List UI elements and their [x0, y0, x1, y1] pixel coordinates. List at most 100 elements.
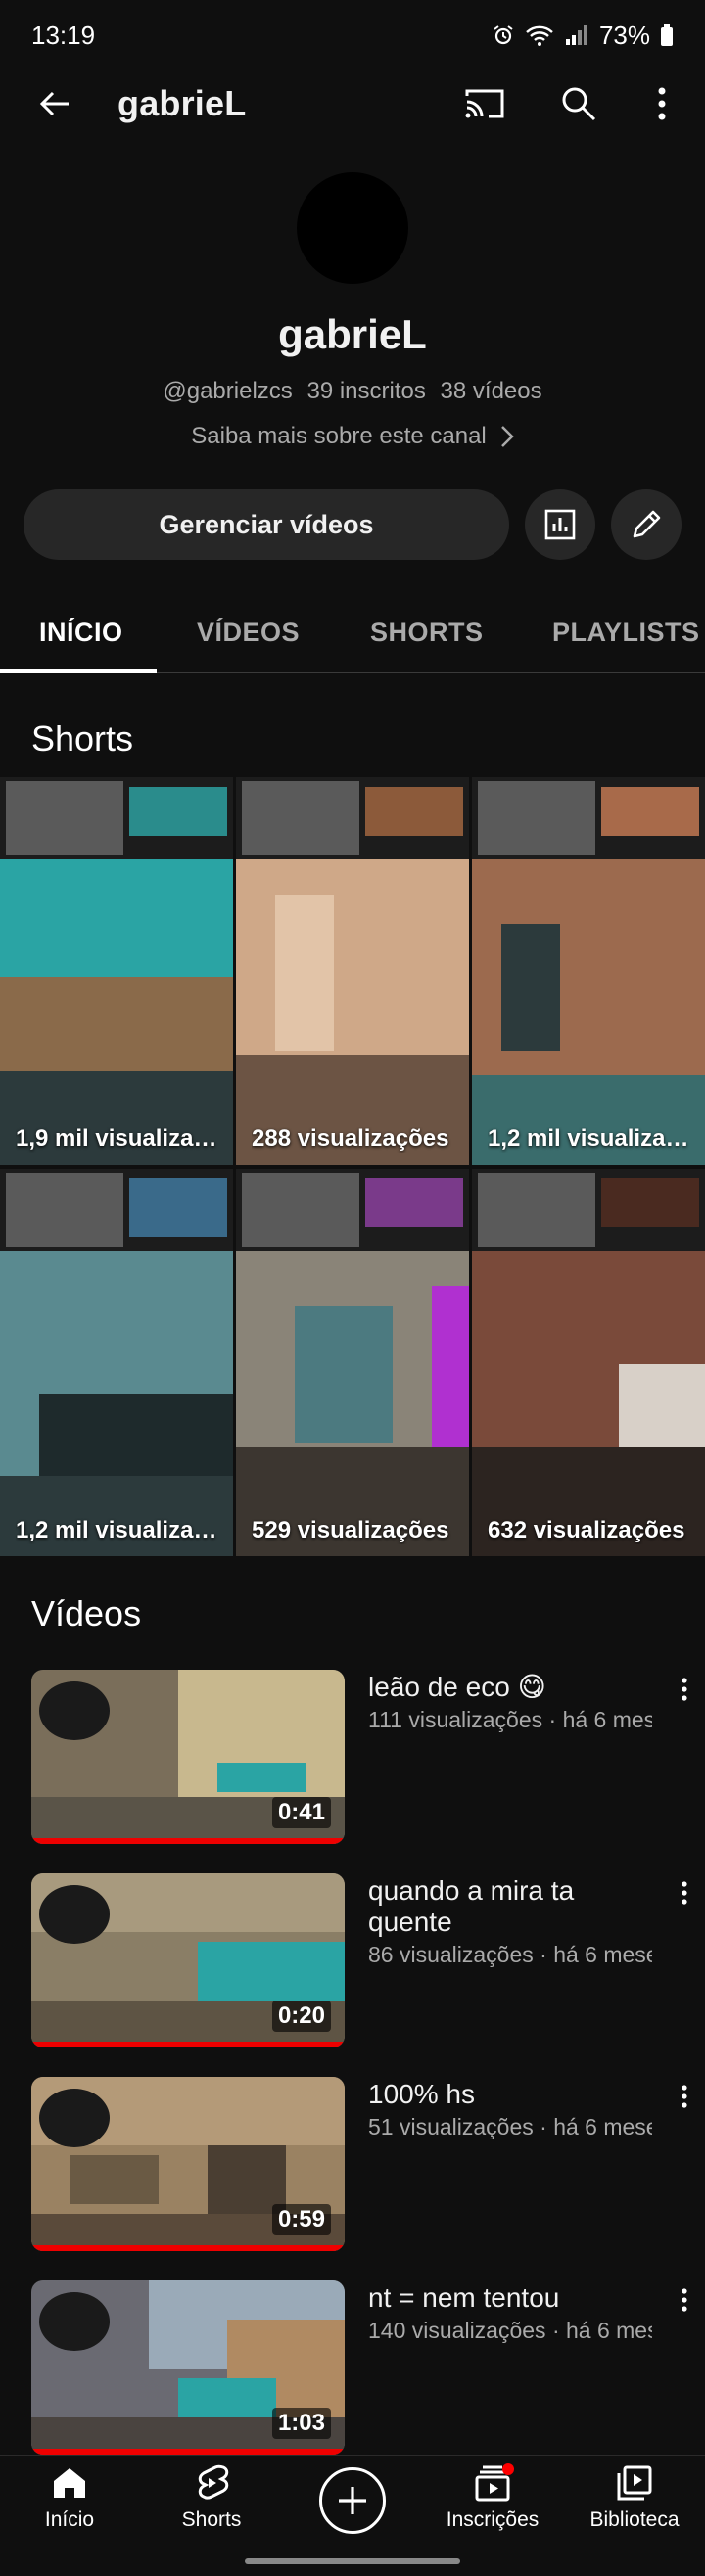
video-thumbnail: 0:20 — [31, 1873, 345, 2047]
video-progress-bar — [31, 2245, 345, 2251]
channel-avatar[interactable] — [297, 172, 408, 284]
channel-video-count: 38 vídeos — [440, 378, 542, 404]
chevron-right-icon — [500, 426, 514, 447]
back-button[interactable] — [22, 70, 88, 137]
channel-subscribers: 39 inscritos — [306, 378, 426, 404]
more-vertical-icon — [682, 1881, 687, 1905]
nav-subscriptions-label: Inscrições — [446, 2508, 540, 2531]
top-app-bar: gabrieL — [0, 70, 705, 137]
video-more-button[interactable] — [672, 1873, 697, 1912]
video-meta: 140 visualizações · há 6 meses — [368, 2318, 652, 2343]
video-progress-bar — [31, 2042, 345, 2047]
nav-home-label: Início — [44, 2508, 95, 2531]
add-icon — [339, 2487, 366, 2514]
video-list-item[interactable]: 0:59 100% hs 51 visualizações · há 6 mes… — [31, 2077, 697, 2251]
alarm-icon — [494, 25, 513, 45]
video-title: nt = nem tentou — [368, 2282, 560, 2313]
subscriptions-icon — [475, 2463, 514, 2502]
short-thumbnail — [236, 777, 469, 1165]
video-more-button[interactable] — [672, 2280, 697, 2320]
signal-icon — [565, 25, 588, 45]
short-item[interactable]: 529 visualizações — [236, 1169, 469, 1556]
status-bar: 13:19 73% — [0, 0, 705, 70]
short-views: 288 visualizações — [252, 1126, 449, 1152]
video-thumbnail: 1:03 — [31, 2280, 345, 2455]
pencil-icon — [633, 510, 661, 538]
active-tab-indicator — [0, 669, 157, 673]
tab-playlists[interactable]: PLAYLISTS — [552, 591, 700, 673]
home-icon — [54, 2468, 85, 2498]
video-duration: 0:41 — [271, 1797, 331, 1828]
arrow-back-icon — [39, 91, 69, 116]
search-button[interactable] — [545, 70, 612, 137]
video-list-item[interactable]: 0:41 leão de eco 😋 111 visualizações · h… — [31, 1670, 697, 1844]
battery-level: 73% — [598, 20, 650, 50]
short-views: 1,2 mil visualizações — [488, 1126, 699, 1152]
video-duration: 1:03 — [271, 2408, 331, 2439]
more-vertical-icon — [682, 1678, 687, 1701]
analytics-icon — [544, 509, 576, 540]
video-meta: 86 visualizações · há 6 meses — [368, 1942, 652, 1967]
short-thumbnail — [0, 777, 233, 1165]
video-duration: 0:20 — [271, 2001, 331, 2032]
cast-icon — [465, 89, 504, 118]
tab-shorts[interactable]: SHORTS — [370, 591, 484, 673]
cast-button[interactable] — [451, 70, 518, 137]
tab-inicio[interactable]: INÍCIO — [39, 591, 123, 673]
short-views: 529 visualizações — [252, 1517, 449, 1543]
create-button[interactable] — [319, 2467, 386, 2534]
more-options-button[interactable] — [629, 70, 695, 137]
short-item[interactable]: 288 visualizações — [236, 777, 469, 1165]
library-icon — [617, 2465, 652, 2501]
more-vertical-icon — [658, 87, 666, 120]
video-meta: 111 visualizações · há 6 meses — [368, 1707, 652, 1732]
home-indicator[interactable] — [245, 2558, 460, 2564]
edit-channel-button[interactable] — [611, 489, 682, 560]
nav-library[interactable]: Biblioteca — [571, 2463, 698, 2557]
tab-videos[interactable]: VÍDEOS — [197, 591, 300, 673]
more-vertical-icon — [682, 2085, 687, 2108]
video-title: quando a mira ta quente — [368, 1875, 575, 1937]
about-channel-link[interactable]: Saiba mais sobre este canal — [0, 423, 705, 450]
short-thumbnail — [236, 1169, 469, 1556]
short-thumbnail — [472, 777, 705, 1165]
channel-handle: @gabrielzcs — [163, 378, 293, 404]
short-item[interactable]: 1,9 mil visualizações — [0, 777, 233, 1165]
short-item[interactable]: 632 visualizações — [472, 1169, 705, 1556]
video-thumbnail: 0:41 — [31, 1670, 345, 1844]
video-more-button[interactable] — [672, 2077, 697, 2116]
video-thumbnail: 0:59 — [31, 2077, 345, 2251]
video-title: 100% hs — [368, 2079, 475, 2109]
short-item[interactable]: 1,2 mil visualizações — [0, 1169, 233, 1556]
short-views: 1,2 mil visualizações — [16, 1517, 227, 1543]
shorts-section-title: Shorts — [31, 718, 134, 759]
nav-subscriptions[interactable]: Inscrições — [429, 2463, 556, 2557]
more-vertical-icon — [682, 2288, 687, 2312]
nav-home[interactable]: Início — [6, 2463, 133, 2557]
video-duration: 0:59 — [271, 2204, 331, 2235]
video-list-item[interactable]: 0:20 quando a mira ta quente 86 visualiz… — [31, 1873, 697, 2047]
short-thumbnail — [472, 1169, 705, 1556]
manage-videos-button[interactable]: Gerenciar vídeos — [24, 489, 509, 560]
analytics-button[interactable] — [525, 489, 595, 560]
shorts-icon — [198, 2464, 229, 2500]
short-item[interactable]: 1,2 mil visualizações — [472, 777, 705, 1165]
status-time: 13:19 — [31, 20, 96, 50]
channel-tabs: INÍCIO VÍDEOS SHORTS PLAYLISTS — [0, 591, 705, 673]
status-icons: 73% — [492, 21, 674, 51]
top-bar-title: gabrieL — [118, 83, 247, 123]
wifi-icon — [526, 25, 553, 46]
nav-shorts-label: Shorts — [181, 2508, 242, 2531]
short-views: 632 visualizações — [488, 1517, 685, 1543]
short-thumbnail — [0, 1169, 233, 1556]
video-meta: 51 visualizações · há 6 meses — [368, 2114, 652, 2139]
videos-section-title: Vídeos — [31, 1593, 142, 1633]
video-list-item[interactable]: 1:03 nt = nem tentou 140 visualizações ·… — [31, 2280, 697, 2455]
channel-meta: @gabrielzcs 39 inscritos 38 vídeos — [0, 378, 705, 405]
video-progress-bar — [31, 1838, 345, 1844]
battery-icon — [661, 24, 673, 46]
nav-shorts[interactable]: Shorts — [148, 2463, 275, 2557]
about-channel-label: Saiba mais sobre este canal — [191, 423, 487, 449]
video-more-button[interactable] — [672, 1670, 697, 1709]
video-title: leão de eco 😋 — [368, 1672, 546, 1702]
